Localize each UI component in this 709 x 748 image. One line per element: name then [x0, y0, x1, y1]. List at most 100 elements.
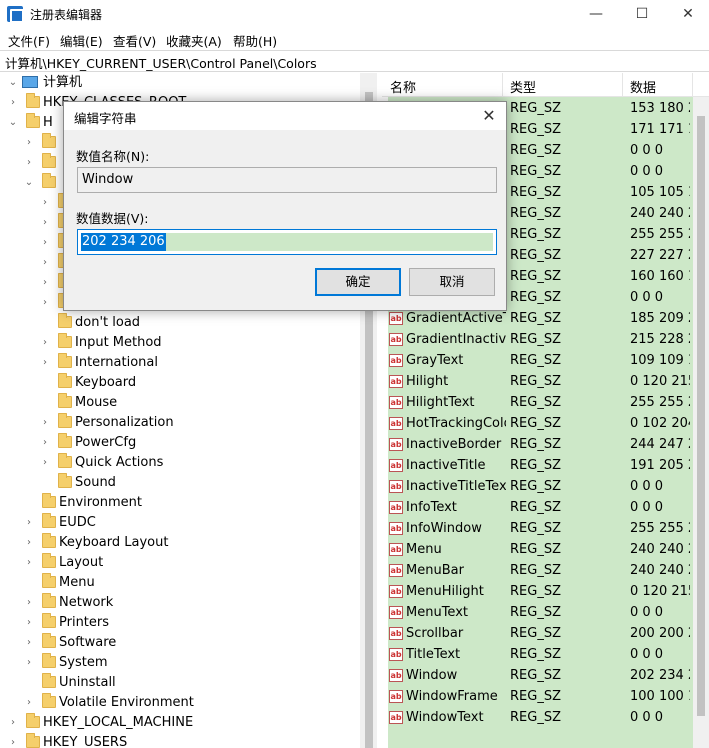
value-data: 0 0 0: [630, 164, 664, 179]
chevron-right-icon[interactable]: ›: [24, 513, 34, 533]
column-name-header[interactable]: 名称: [390, 77, 416, 96]
value-type: REG_SZ: [510, 521, 561, 536]
menu-help[interactable]: 帮助(H): [233, 31, 277, 50]
list-row[interactable]: ab MenuHilight REG_SZ 0 120 215: [382, 581, 709, 602]
tree-item[interactable]: Menu: [0, 573, 360, 593]
tree-item[interactable]: Mouse: [0, 393, 360, 413]
chevron-right-icon[interactable]: ›: [40, 193, 50, 213]
chevron-right-icon[interactable]: ›: [24, 533, 34, 553]
tree-item[interactable]: › Software: [0, 633, 360, 653]
list-row[interactable]: ab MenuText REG_SZ 0 0 0: [382, 602, 709, 623]
dialog-close-button[interactable]: ✕: [474, 104, 504, 128]
tree-item[interactable]: › Volatile Environment: [0, 693, 360, 713]
chevron-right-icon[interactable]: ›: [24, 593, 34, 613]
tree-item[interactable]: Uninstall: [0, 673, 360, 693]
tree-item[interactable]: Environment: [0, 493, 360, 513]
list-row[interactable]: abWindowFrame REG_SZ 100 100 100: [382, 686, 709, 707]
list-scrollbar-thumb[interactable]: [697, 116, 705, 716]
list-row[interactable]: abMenuBar REG_SZ 240 240 240: [382, 560, 709, 581]
tree-item-label: International: [75, 355, 158, 370]
list-row[interactable]: abGrayText REG_SZ 109 109 109: [382, 350, 709, 371]
column-divider[interactable]: [692, 73, 693, 97]
chevron-right-icon[interactable]: ›: [40, 453, 50, 473]
address-bar[interactable]: 计算机\HKEY_CURRENT_USER\Control Panel\Colo…: [0, 50, 709, 72]
list-row[interactable]: abGradientInactiveTitle REG_SZ 215 228 242: [382, 329, 709, 350]
value-data-selection[interactable]: 202 234 206: [81, 233, 166, 251]
chevron-right-icon[interactable]: ›: [40, 433, 50, 453]
chevron-right-icon[interactable]: ›: [8, 713, 18, 733]
value-data-field[interactable]: 202 234 206: [77, 229, 497, 255]
cancel-button[interactable]: 取消: [409, 268, 495, 296]
chevron-down-icon[interactable]: ⌄: [24, 173, 34, 193]
tree-item[interactable]: › EUDC: [0, 513, 360, 533]
menu-edit[interactable]: 编辑(E): [60, 31, 103, 50]
tree-item[interactable]: › System: [0, 653, 360, 673]
chevron-down-icon[interactable]: ⌄: [8, 73, 18, 93]
list-row[interactable]: abScrollbar REG_SZ 200 200 200: [382, 623, 709, 644]
value-name-field[interactable]: Window: [77, 167, 497, 193]
tree-item-label: Quick Actions: [75, 455, 164, 470]
chevron-right-icon[interactable]: ›: [40, 253, 50, 273]
tree-item[interactable]: › Layout: [0, 553, 360, 573]
chevron-right-icon[interactable]: ›: [40, 233, 50, 253]
chevron-right-icon[interactable]: ›: [24, 653, 34, 673]
list-row[interactable]: abInactiveTitle REG_SZ 191 205 219: [382, 455, 709, 476]
tree-item[interactable]: › HKEY_USERS: [0, 733, 360, 748]
menu-favorites[interactable]: 收藏夹(A): [166, 31, 222, 50]
chevron-right-icon[interactable]: ›: [40, 293, 50, 313]
chevron-right-icon[interactable]: ›: [24, 633, 34, 653]
ok-button[interactable]: 确定: [315, 268, 401, 296]
tree-root[interactable]: ⌄ 计算机: [0, 73, 360, 93]
chevron-right-icon[interactable]: ›: [24, 613, 34, 633]
tree-item[interactable]: › HKEY_LOCAL_MACHINE: [0, 713, 360, 733]
tree-item[interactable]: Sound: [0, 473, 360, 493]
chevron-right-icon[interactable]: ›: [24, 553, 34, 573]
minimize-button[interactable]: —: [573, 0, 619, 28]
chevron-right-icon[interactable]: ›: [40, 413, 50, 433]
menu-view[interactable]: 查看(V): [113, 31, 156, 50]
menu-file[interactable]: 文件(F): [8, 31, 50, 50]
list-row[interactable]: abInactiveBorder REG_SZ 244 247 252: [382, 434, 709, 455]
tree-item[interactable]: › Quick Actions: [0, 453, 360, 473]
column-divider[interactable]: [622, 73, 623, 97]
chevron-right-icon[interactable]: ›: [40, 353, 50, 373]
tree-item[interactable]: › Network: [0, 593, 360, 613]
maximize-button[interactable]: ☐: [619, 0, 665, 28]
list-row[interactable]: abHilightText REG_SZ 255 255 255: [382, 392, 709, 413]
list-row[interactable]: ab InfoText REG_SZ 0 0 0: [382, 497, 709, 518]
tree-item[interactable]: › International: [0, 353, 360, 373]
tree-item[interactable]: › Printers: [0, 613, 360, 633]
close-button[interactable]: ✕: [665, 0, 709, 28]
column-data-header[interactable]: 数据: [630, 77, 656, 96]
column-divider[interactable]: [502, 73, 503, 97]
value-data-label: 数值数据(V):: [76, 211, 149, 226]
chevron-down-icon[interactable]: ⌄: [8, 113, 18, 133]
list-row[interactable]: abInfoWindow REG_SZ 255 255 225: [382, 518, 709, 539]
list-row[interactable]: ab WindowText REG_SZ 0 0 0: [382, 707, 709, 728]
tree-item[interactable]: Keyboard: [0, 373, 360, 393]
chevron-right-icon[interactable]: ›: [8, 733, 18, 748]
tree-item[interactable]: › Input Method: [0, 333, 360, 353]
tree-item[interactable]: don't load: [0, 313, 360, 333]
chevron-right-icon[interactable]: ›: [40, 333, 50, 353]
chevron-right-icon[interactable]: ›: [40, 273, 50, 293]
list-row[interactable]: abGradientActiveTitle REG_SZ 185 209 234: [382, 308, 709, 329]
tree-item[interactable]: › Personalization: [0, 413, 360, 433]
value-type: REG_SZ: [510, 227, 561, 242]
list-row[interactable]: abWindow REG_SZ 202 234 206: [382, 665, 709, 686]
chevron-right-icon[interactable]: ›: [24, 153, 34, 173]
chevron-right-icon[interactable]: ›: [40, 213, 50, 233]
list-row[interactable]: ab HotTrackingColor REG_SZ 0 102 204: [382, 413, 709, 434]
value-data: 109 109 109: [630, 353, 690, 368]
tree-item[interactable]: › PowerCfg: [0, 433, 360, 453]
tree-item[interactable]: › Keyboard Layout: [0, 533, 360, 553]
chevron-right-icon[interactable]: ›: [8, 93, 18, 113]
chevron-right-icon[interactable]: ›: [24, 133, 34, 153]
dialog-title-bar: 编辑字符串 ✕: [64, 102, 506, 130]
chevron-right-icon[interactable]: ›: [24, 693, 34, 713]
list-row[interactable]: ab TitleText REG_SZ 0 0 0: [382, 644, 709, 665]
list-row[interactable]: ab Hilight REG_SZ 0 120 215: [382, 371, 709, 392]
column-type-header[interactable]: 类型: [510, 77, 536, 96]
list-row[interactable]: abMenu REG_SZ 240 240 240: [382, 539, 709, 560]
list-row[interactable]: ab InactiveTitleText REG_SZ 0 0 0: [382, 476, 709, 497]
